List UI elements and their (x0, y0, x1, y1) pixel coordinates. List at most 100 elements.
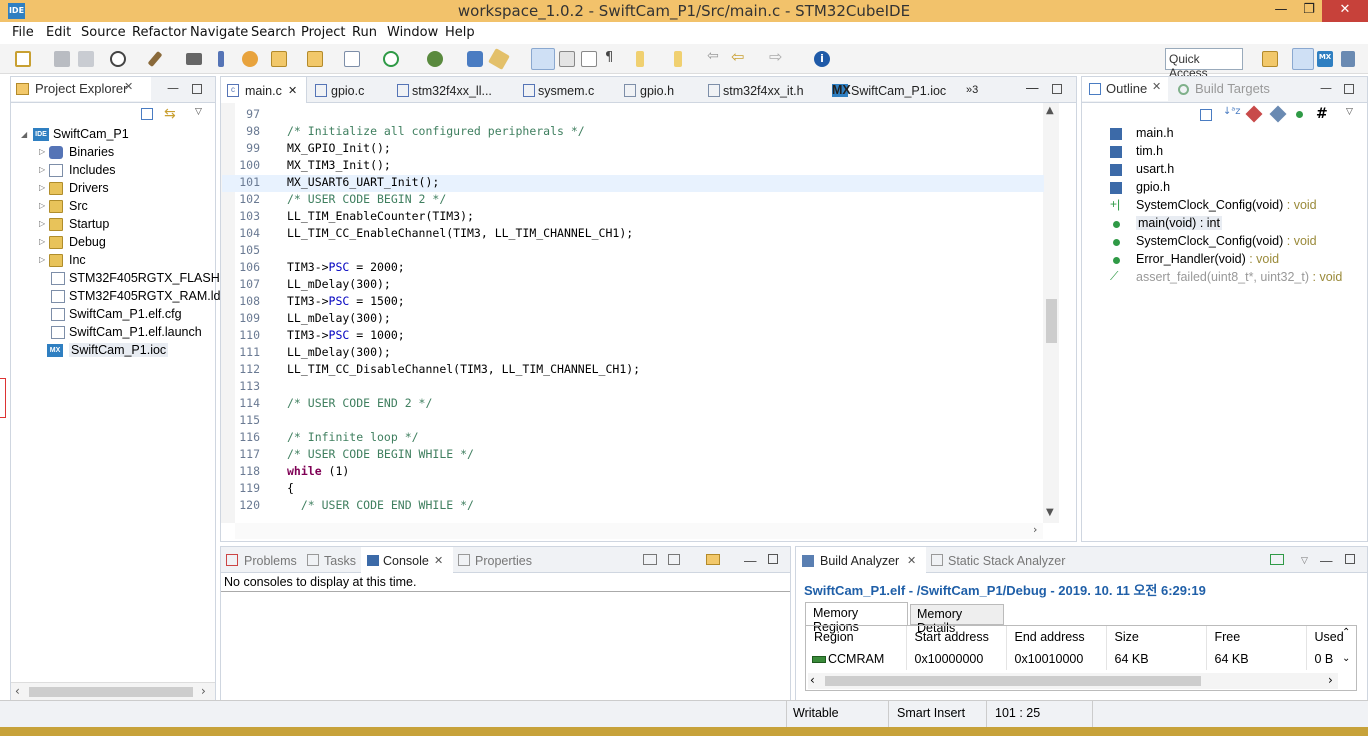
code-line[interactable]: 117 /* USER CODE BEGIN WHILE */ (222, 447, 1044, 464)
menu-project[interactable]: Project (301, 25, 345, 40)
tab-sysmem-c[interactable]: sysmem.c (538, 84, 594, 98)
close-tab-icon[interactable]: ✕ (1152, 80, 1161, 93)
hide-fields-icon[interactable] (1245, 105, 1263, 123)
column-header[interactable]: End address (1006, 626, 1107, 648)
scroll-down-icon[interactable]: ▼ (1046, 507, 1054, 518)
code-line[interactable]: 108 TIM3->PSC = 1500; (222, 294, 1044, 311)
horizontal-scrollbar[interactable]: ‹ › (11, 682, 215, 700)
collapsed-arrow-icon[interactable]: ▷ (39, 147, 45, 157)
scroll-thumb[interactable] (29, 687, 193, 697)
scroll-left-icon[interactable]: ‹ (810, 673, 815, 687)
code-line[interactable]: 106 TIM3->PSC = 2000; (222, 260, 1044, 277)
tab-gpio-h[interactable]: gpio.h (640, 84, 674, 98)
tab-static-stack-analyzer[interactable]: Static Stack Analyzer (948, 554, 1065, 568)
tab-gpio-c[interactable]: gpio.c (331, 84, 364, 98)
scroll-up-icon[interactable]: ▲ (1046, 105, 1054, 116)
minimize-view-icon[interactable]: — (744, 554, 757, 568)
run-icon[interactable] (383, 51, 399, 67)
gear-icon[interactable] (110, 51, 126, 67)
tab-memory-regions[interactable]: Memory Regions (805, 602, 908, 634)
hand-icon[interactable] (242, 51, 258, 67)
tab-tasks[interactable]: Tasks (324, 554, 356, 568)
close-tab-icon[interactable]: ✕ (434, 554, 443, 567)
column-header[interactable]: Size (1106, 626, 1207, 648)
debug-bug-icon[interactable] (427, 51, 443, 67)
skip-breakpoints-icon[interactable] (218, 51, 224, 67)
menu-search[interactable]: Search (251, 25, 296, 40)
column-header[interactable]: Start address (906, 626, 1007, 648)
scroll-right-icon[interactable]: › (1033, 523, 1037, 536)
code-line[interactable]: 110 TIM3->PSC = 1000; (222, 328, 1044, 345)
new-icon[interactable] (15, 51, 31, 67)
refresh-icon[interactable] (1270, 554, 1284, 565)
menu-refactor[interactable]: Refactor (132, 25, 187, 40)
menu-run[interactable]: Run (352, 25, 377, 40)
menu-file[interactable]: File (12, 25, 34, 40)
minimize-view-icon[interactable]: — (1320, 554, 1333, 568)
table-horizontal-scrollbar[interactable]: ‹ › (808, 673, 1338, 689)
search-tool-icon[interactable] (467, 51, 483, 67)
vertical-scrollbar[interactable]: ▲ ▼ (1043, 103, 1059, 523)
back-icon[interactable]: ⇦ (731, 47, 747, 66)
collapse-all-icon[interactable] (141, 108, 153, 120)
menu-edit[interactable]: Edit (46, 25, 71, 40)
code-line[interactable]: 115 (222, 413, 1044, 430)
code-line[interactable]: 100 MX_TIM3_Init(); (222, 158, 1044, 175)
tab-console[interactable]: Console ✕ (361, 547, 453, 573)
debug-perspective-icon[interactable] (1341, 51, 1355, 67)
forward-icon[interactable]: ⇨ (769, 47, 785, 66)
maximize-view-icon[interactable] (192, 84, 202, 94)
block-select-icon[interactable] (581, 51, 597, 67)
tab-problems[interactable]: Problems (244, 554, 297, 568)
minimize-button[interactable]: — (1266, 0, 1296, 22)
code-line[interactable]: 99 MX_GPIO_Init(); (222, 141, 1044, 158)
code-line[interactable]: 119 { (222, 481, 1044, 498)
code-editor[interactable]: 97 98 /* Initialize all configured periphe… (222, 107, 1044, 521)
code-line[interactable]: 111 LL_mDelay(300); (222, 345, 1044, 362)
code-line[interactable]: 103 LL_TIM_EnableCounter(TIM3); (222, 209, 1044, 226)
collapsed-arrow-icon[interactable]: ▷ (39, 255, 45, 265)
next-annotation-icon[interactable] (636, 51, 644, 67)
new-console-icon[interactable] (706, 554, 720, 565)
minimize-view-icon[interactable]: — (1026, 81, 1039, 95)
tab-stm32f4xx-it-h[interactable]: stm32f4xx_it.h (723, 84, 804, 98)
code-line[interactable]: 116 /* Infinite loop */ (222, 430, 1044, 447)
show-whitespace-icon[interactable]: ¶ (605, 50, 621, 66)
close-tab-icon[interactable]: ✕ (124, 80, 133, 93)
close-tab-icon[interactable]: ✕ (288, 84, 297, 97)
collapsed-arrow-icon[interactable]: ▷ (39, 237, 45, 247)
maximize-view-icon[interactable] (1052, 84, 1062, 94)
scroll-thumb[interactable] (825, 676, 1201, 686)
tab-stm32f4xx-ll[interactable]: stm32f4xx_ll... (412, 84, 492, 98)
close-tab-icon[interactable]: ✕ (907, 554, 916, 567)
scroll-right-icon[interactable]: › (1328, 673, 1333, 687)
view-menu-icon[interactable]: ▽ (195, 107, 202, 117)
code-line[interactable]: 105 (222, 243, 1044, 260)
expanded-arrow-icon[interactable]: ◢ (21, 130, 27, 140)
code-line[interactable]: 101 MX_USART6_UART_Init(); (222, 175, 1044, 192)
view-menu-icon[interactable]: ▽ (1301, 555, 1308, 566)
maximize-view-icon[interactable] (1345, 554, 1355, 564)
menu-source[interactable]: Source (81, 25, 126, 40)
column-header[interactable]: Region (806, 626, 907, 648)
collapsed-arrow-icon[interactable]: ▷ (39, 201, 45, 211)
code-line[interactable]: 98 /* Initialize all configured periphera… (222, 124, 1044, 141)
mark-occurrences-icon[interactable] (559, 51, 575, 67)
minimize-view-icon[interactable]: — (167, 81, 179, 95)
view-menu-icon[interactable]: ▽ (1346, 107, 1353, 117)
open-perspective-icon[interactable] (1262, 51, 1278, 67)
code-line[interactable]: 102 /* USER CODE BEGIN 2 */ (222, 192, 1044, 209)
code-line[interactable]: 107 LL_mDelay(300); (222, 277, 1044, 294)
cpp-perspective-icon[interactable] (1292, 48, 1314, 70)
build-hammer-icon[interactable] (147, 50, 163, 68)
tab-build-targets[interactable]: Build Targets (1195, 77, 1270, 101)
minimize-view-icon[interactable]: — (1320, 81, 1332, 95)
code-line[interactable]: 109 LL_mDelay(300); (222, 311, 1044, 328)
more-tabs-button[interactable]: »3 (966, 84, 978, 96)
maximize-view-icon[interactable] (768, 554, 778, 564)
code-line[interactable]: 120 /* USER CODE END WHILE */ (222, 498, 1044, 515)
link-editor-icon[interactable]: ⇆ (164, 106, 176, 122)
info-icon[interactable]: i (814, 51, 830, 67)
mx-perspective-icon[interactable]: MX (1317, 51, 1333, 67)
sort-icon[interactable]: ↓ᵃz (1223, 106, 1241, 117)
